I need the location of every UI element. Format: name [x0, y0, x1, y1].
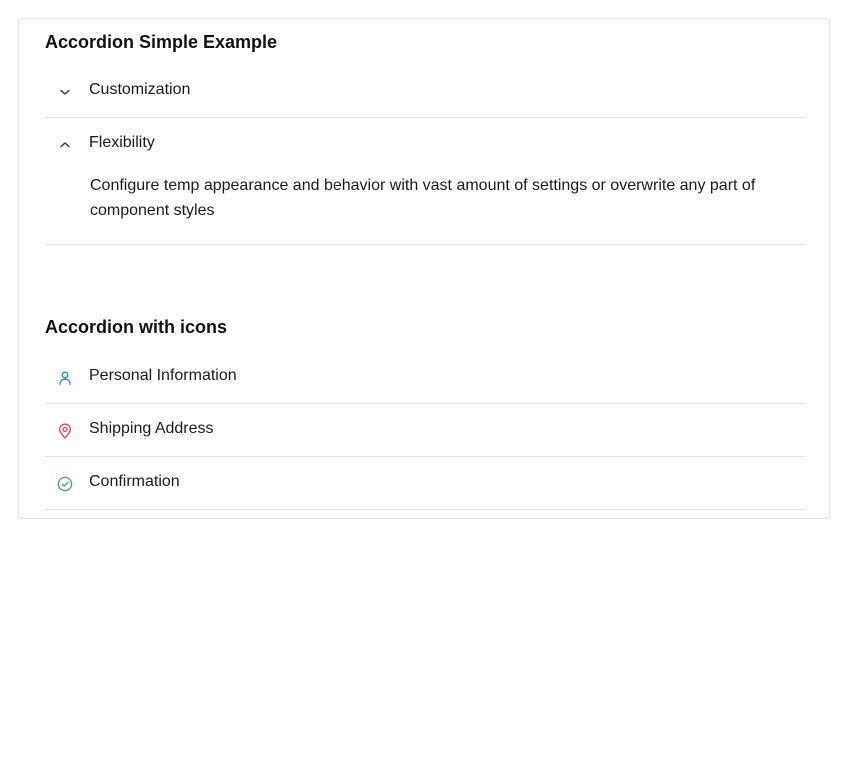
- check-circle-icon: [57, 476, 73, 492]
- user-icon: [59, 371, 71, 386]
- chevron-down-icon: [60, 89, 70, 95]
- accordion-label: Flexibility: [89, 134, 155, 151]
- accordion-panel-content: Configure temp appearance and behavior w…: [90, 177, 756, 219]
- accordion-label: Shipping Address: [89, 420, 214, 437]
- accordion-label: Personal Information: [89, 367, 237, 384]
- accordion-header-flexibility[interactable]: Flexibility: [45, 118, 805, 170]
- accordion-header-shipping-address[interactable]: Shipping Address: [45, 404, 805, 456]
- accordion-label: Confirmation: [89, 473, 180, 490]
- accordion-header-customization[interactable]: Customization: [45, 65, 805, 117]
- accordion-item-customization: Customization: [45, 65, 805, 118]
- accordion-header-confirmation[interactable]: Confirmation: [45, 457, 805, 509]
- icons-accordion: Personal Information Shipping Address Co…: [45, 351, 805, 510]
- accordion-demo-card: Accordion Simple Example Customization F…: [18, 18, 830, 519]
- accordion-item-personal-information: Personal Information: [45, 351, 805, 404]
- simple-accordion-title: Accordion Simple Example: [45, 32, 278, 52]
- accordion-label: Customization: [89, 81, 191, 98]
- icons-accordion-title: Accordion with icons: [45, 317, 228, 337]
- accordion-item-flexibility: Flexibility Configure temp appearance an…: [45, 118, 805, 245]
- simple-accordion: Customization Flexibility Configure temp…: [45, 65, 805, 245]
- accordion-item-shipping-address: Shipping Address: [45, 404, 805, 457]
- map-pin-icon: [58, 423, 72, 439]
- accordion-header-personal-information[interactable]: Personal Information: [45, 351, 805, 403]
- chevron-up-icon: [60, 142, 70, 148]
- accordion-item-confirmation: Confirmation: [45, 457, 805, 510]
